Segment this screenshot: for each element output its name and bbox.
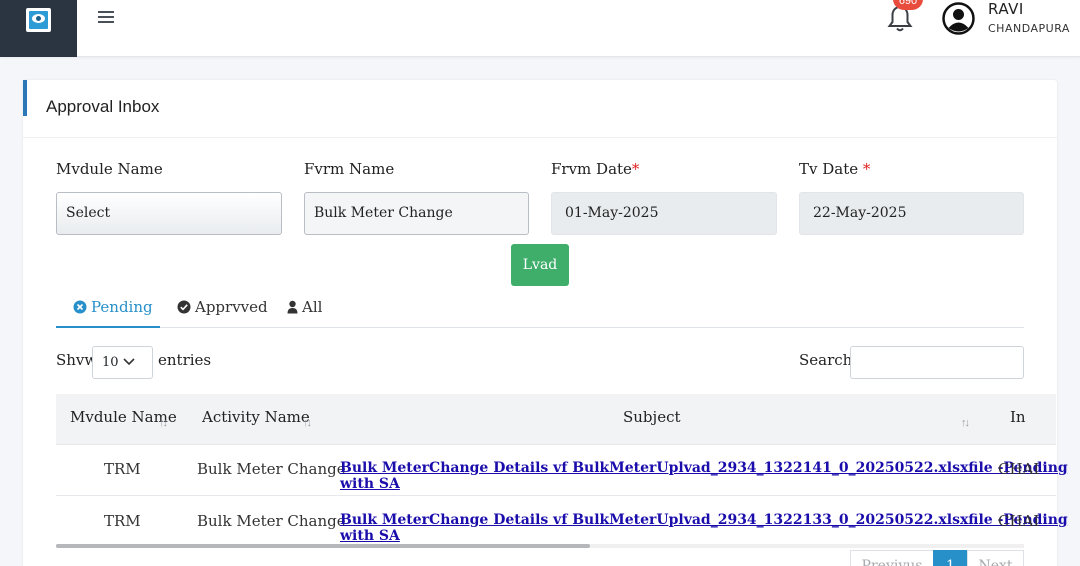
pagination-page-1[interactable]: 1 (933, 550, 968, 566)
app-logo (26, 8, 51, 32)
table-row-1-activity: Bulk Meter Change (197, 460, 346, 478)
brand-area[interactable] (0, 0, 77, 57)
user-name[interactable]: RAVI (988, 0, 1024, 18)
row-divider (56, 495, 1056, 496)
chevron-down-icon (123, 358, 135, 366)
table-row-1-initiator: CHAI (998, 460, 1040, 478)
column-header-subject[interactable]: Subject (623, 408, 681, 426)
table-row-2-subject-link[interactable]: Bulk MeterChange Details vf BulkMeterUpl… (340, 512, 1080, 544)
menu-toggle-icon[interactable] (98, 11, 114, 25)
pagination-next[interactable]: Next (967, 550, 1024, 566)
user-icon (287, 300, 298, 314)
page-length-select[interactable]: 10 (92, 346, 153, 379)
to-date-label: Tv Date * (799, 160, 871, 178)
module-name-select[interactable]: Select (56, 192, 282, 235)
search-label: Search: (799, 351, 858, 369)
sort-icon[interactable]: ↑↓ (303, 417, 312, 429)
module-name-label: Mvdule Name (56, 160, 163, 178)
row-divider (56, 444, 1056, 445)
card-accent-bar (23, 80, 27, 116)
from-date-label: Frvm Date* (551, 160, 640, 178)
column-header-initiator[interactable]: In (1010, 408, 1026, 426)
form-name-select[interactable]: Bulk Meter Change (304, 192, 529, 235)
page-title: Approval Inbox (46, 97, 160, 116)
table-row-2-activity: Bulk Meter Change (197, 512, 346, 530)
tab-all-label: All (302, 298, 323, 316)
tab-approved[interactable]: Apprvved (177, 295, 268, 328)
tab-pending-label: Pending (91, 298, 153, 316)
load-button[interactable]: Lvad (511, 244, 569, 286)
times-circle-icon (73, 300, 87, 314)
sort-icon[interactable]: ↑↓ (159, 417, 168, 429)
table-row-2-initiator: CHAI (998, 512, 1040, 530)
tab-approved-label: Apprvved (195, 298, 268, 316)
search-input[interactable] (850, 346, 1024, 379)
card-header-divider (23, 137, 1057, 138)
table-row-1-module: TRM (104, 460, 141, 478)
page-length-value: 10 (102, 355, 119, 370)
to-date-input[interactable]: 22-May-2025 (799, 192, 1024, 235)
tab-all[interactable]: All (287, 295, 322, 328)
tab-pending[interactable]: Pending (56, 295, 160, 328)
entries-label: entries (158, 351, 212, 369)
check-circle-icon (177, 300, 191, 314)
pagination-previous[interactable]: Previvus (850, 550, 934, 566)
column-header-activity[interactable]: Activity Name (202, 408, 310, 426)
horizontal-scrollbar-thumb[interactable] (56, 544, 590, 548)
table-row-1-subject-link[interactable]: Bulk MeterChange Details vf BulkMeterUpl… (340, 460, 1080, 492)
top-navbar (0, 0, 1080, 57)
user-avatar-icon[interactable] (942, 2, 975, 35)
form-name-label: Fvrm Name (304, 160, 395, 178)
table-row-2-module: TRM (104, 512, 141, 530)
from-date-input[interactable]: 01-May-2025 (551, 192, 777, 235)
sort-icon[interactable]: ↑↓ (961, 417, 970, 429)
user-location: CHANDAPURA (988, 22, 1070, 35)
